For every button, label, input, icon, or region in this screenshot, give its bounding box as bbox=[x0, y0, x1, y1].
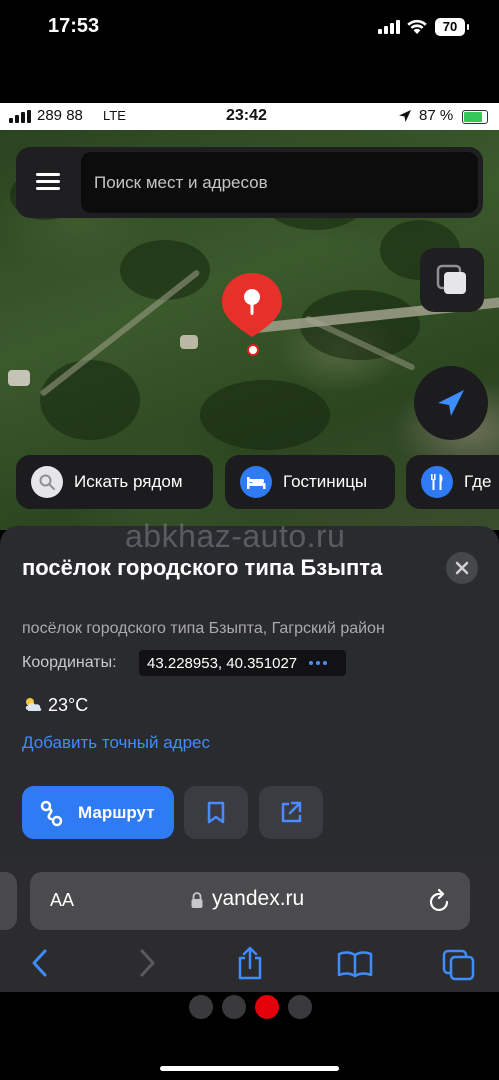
watermark: abkhaz-auto.ru bbox=[125, 518, 346, 554]
fork-knife-icon bbox=[421, 466, 453, 498]
chip-restaurants[interactable]: Где bbox=[406, 455, 499, 509]
chip-hotels[interactable]: Гостиницы bbox=[225, 455, 395, 509]
network-type: LTE bbox=[103, 108, 126, 123]
weather-temperature: 23°C bbox=[48, 695, 89, 715]
reload-icon[interactable] bbox=[428, 888, 452, 914]
carrier-name: 289 88 bbox=[37, 107, 83, 124]
layers-button[interactable] bbox=[420, 248, 484, 312]
close-button[interactable] bbox=[446, 552, 478, 584]
coordinates-label: Координаты: bbox=[22, 654, 117, 671]
add-address-link[interactable]: Добавить точный адрес bbox=[22, 733, 210, 753]
location-arrow-icon bbox=[399, 110, 411, 122]
coordinates-value: 43.228953, 40.351027 bbox=[147, 654, 298, 672]
page-dot[interactable] bbox=[222, 995, 246, 1019]
bed-icon bbox=[240, 466, 272, 498]
previous-tab-stub[interactable] bbox=[0, 872, 17, 930]
battery-indicator: 70 bbox=[435, 18, 469, 36]
chip-search-nearby[interactable]: Искать рядом bbox=[16, 455, 213, 509]
inner-status-bar: 289 88 LTE 23:42 87 % bbox=[0, 103, 499, 130]
tabs-icon[interactable] bbox=[442, 945, 476, 981]
bookmarks-book-icon[interactable] bbox=[336, 945, 374, 981]
battery-fill bbox=[464, 112, 482, 122]
search-icon bbox=[31, 466, 63, 498]
place-subtitle: посёлок городского типа Бзыпта, Гагрский… bbox=[22, 620, 385, 637]
more-options-icon[interactable] bbox=[309, 661, 328, 665]
pin-point bbox=[247, 344, 259, 356]
chip-label: Где bbox=[464, 472, 492, 491]
outer-clock: 17:53 bbox=[48, 15, 100, 37]
wifi-icon bbox=[407, 19, 427, 34]
map-pin-icon[interactable] bbox=[221, 271, 283, 339]
battery-icon bbox=[462, 110, 488, 124]
place-title: посёлок городского типа Бзыпта bbox=[22, 555, 383, 580]
coordinates-box[interactable]: 43.228953, 40.351027 bbox=[139, 650, 346, 676]
hamburger-line bbox=[36, 173, 60, 176]
battery-percent: 87 % bbox=[419, 107, 454, 124]
page-dot[interactable] bbox=[255, 995, 279, 1019]
home-indicator[interactable] bbox=[160, 1066, 339, 1071]
url-text[interactable]: yandex.ru bbox=[212, 887, 304, 911]
search-input[interactable] bbox=[81, 152, 478, 213]
hamburger-line bbox=[36, 180, 60, 183]
forward-icon[interactable] bbox=[133, 945, 161, 981]
chip-label: Искать рядом bbox=[74, 472, 183, 491]
bookmark-button[interactable] bbox=[184, 786, 248, 839]
route-button-label: Маршрут bbox=[78, 802, 155, 822]
page-dot[interactable] bbox=[288, 995, 312, 1019]
my-location-button[interactable] bbox=[414, 366, 488, 440]
navigation-arrow-icon bbox=[438, 390, 464, 416]
cellular-signal-icon bbox=[9, 110, 31, 123]
share-icon[interactable] bbox=[234, 945, 266, 981]
route-icon bbox=[40, 800, 63, 826]
layers-icon bbox=[436, 264, 466, 294]
share-button[interactable] bbox=[259, 786, 323, 839]
cellular-signal-icon bbox=[378, 20, 400, 34]
menu-button[interactable] bbox=[22, 152, 74, 212]
back-icon[interactable] bbox=[26, 945, 54, 981]
close-icon bbox=[455, 561, 469, 575]
page-dot[interactable] bbox=[189, 995, 213, 1019]
inner-clock: 23:42 bbox=[226, 107, 267, 124]
reader-options-button[interactable]: AA bbox=[50, 890, 74, 911]
lock-icon bbox=[191, 892, 203, 908]
chip-label: Гостиницы bbox=[283, 472, 368, 491]
partly-cloudy-icon bbox=[25, 698, 42, 711]
hamburger-line bbox=[36, 187, 60, 190]
route-button[interactable]: Маршрут bbox=[22, 786, 174, 839]
share-external-icon bbox=[281, 801, 302, 823]
bookmark-icon bbox=[207, 801, 225, 824]
